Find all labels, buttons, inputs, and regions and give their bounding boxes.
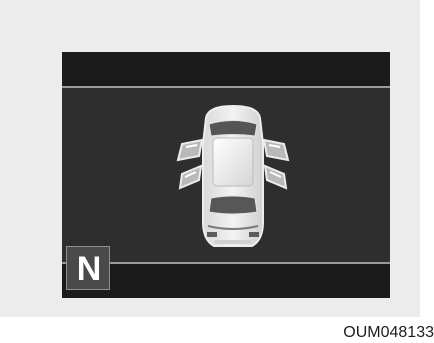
- gear-indicator: N: [66, 246, 110, 290]
- gear-indicator-label: N: [76, 250, 102, 288]
- car-body: [202, 104, 264, 247]
- top-divider-line: [62, 86, 390, 88]
- illustration-frame: N: [0, 0, 420, 317]
- bottom-status-bar: [62, 264, 390, 298]
- front-right-door: [262, 138, 290, 162]
- top-status-bar: [62, 52, 390, 86]
- cluster-display: N: [62, 52, 390, 298]
- rear-right-door: [263, 164, 288, 190]
- front-left-door: [176, 138, 204, 162]
- car-top-view-icon: [176, 104, 290, 247]
- figure-code: OUM048133: [343, 324, 434, 341]
- rear-left-door: [178, 164, 203, 190]
